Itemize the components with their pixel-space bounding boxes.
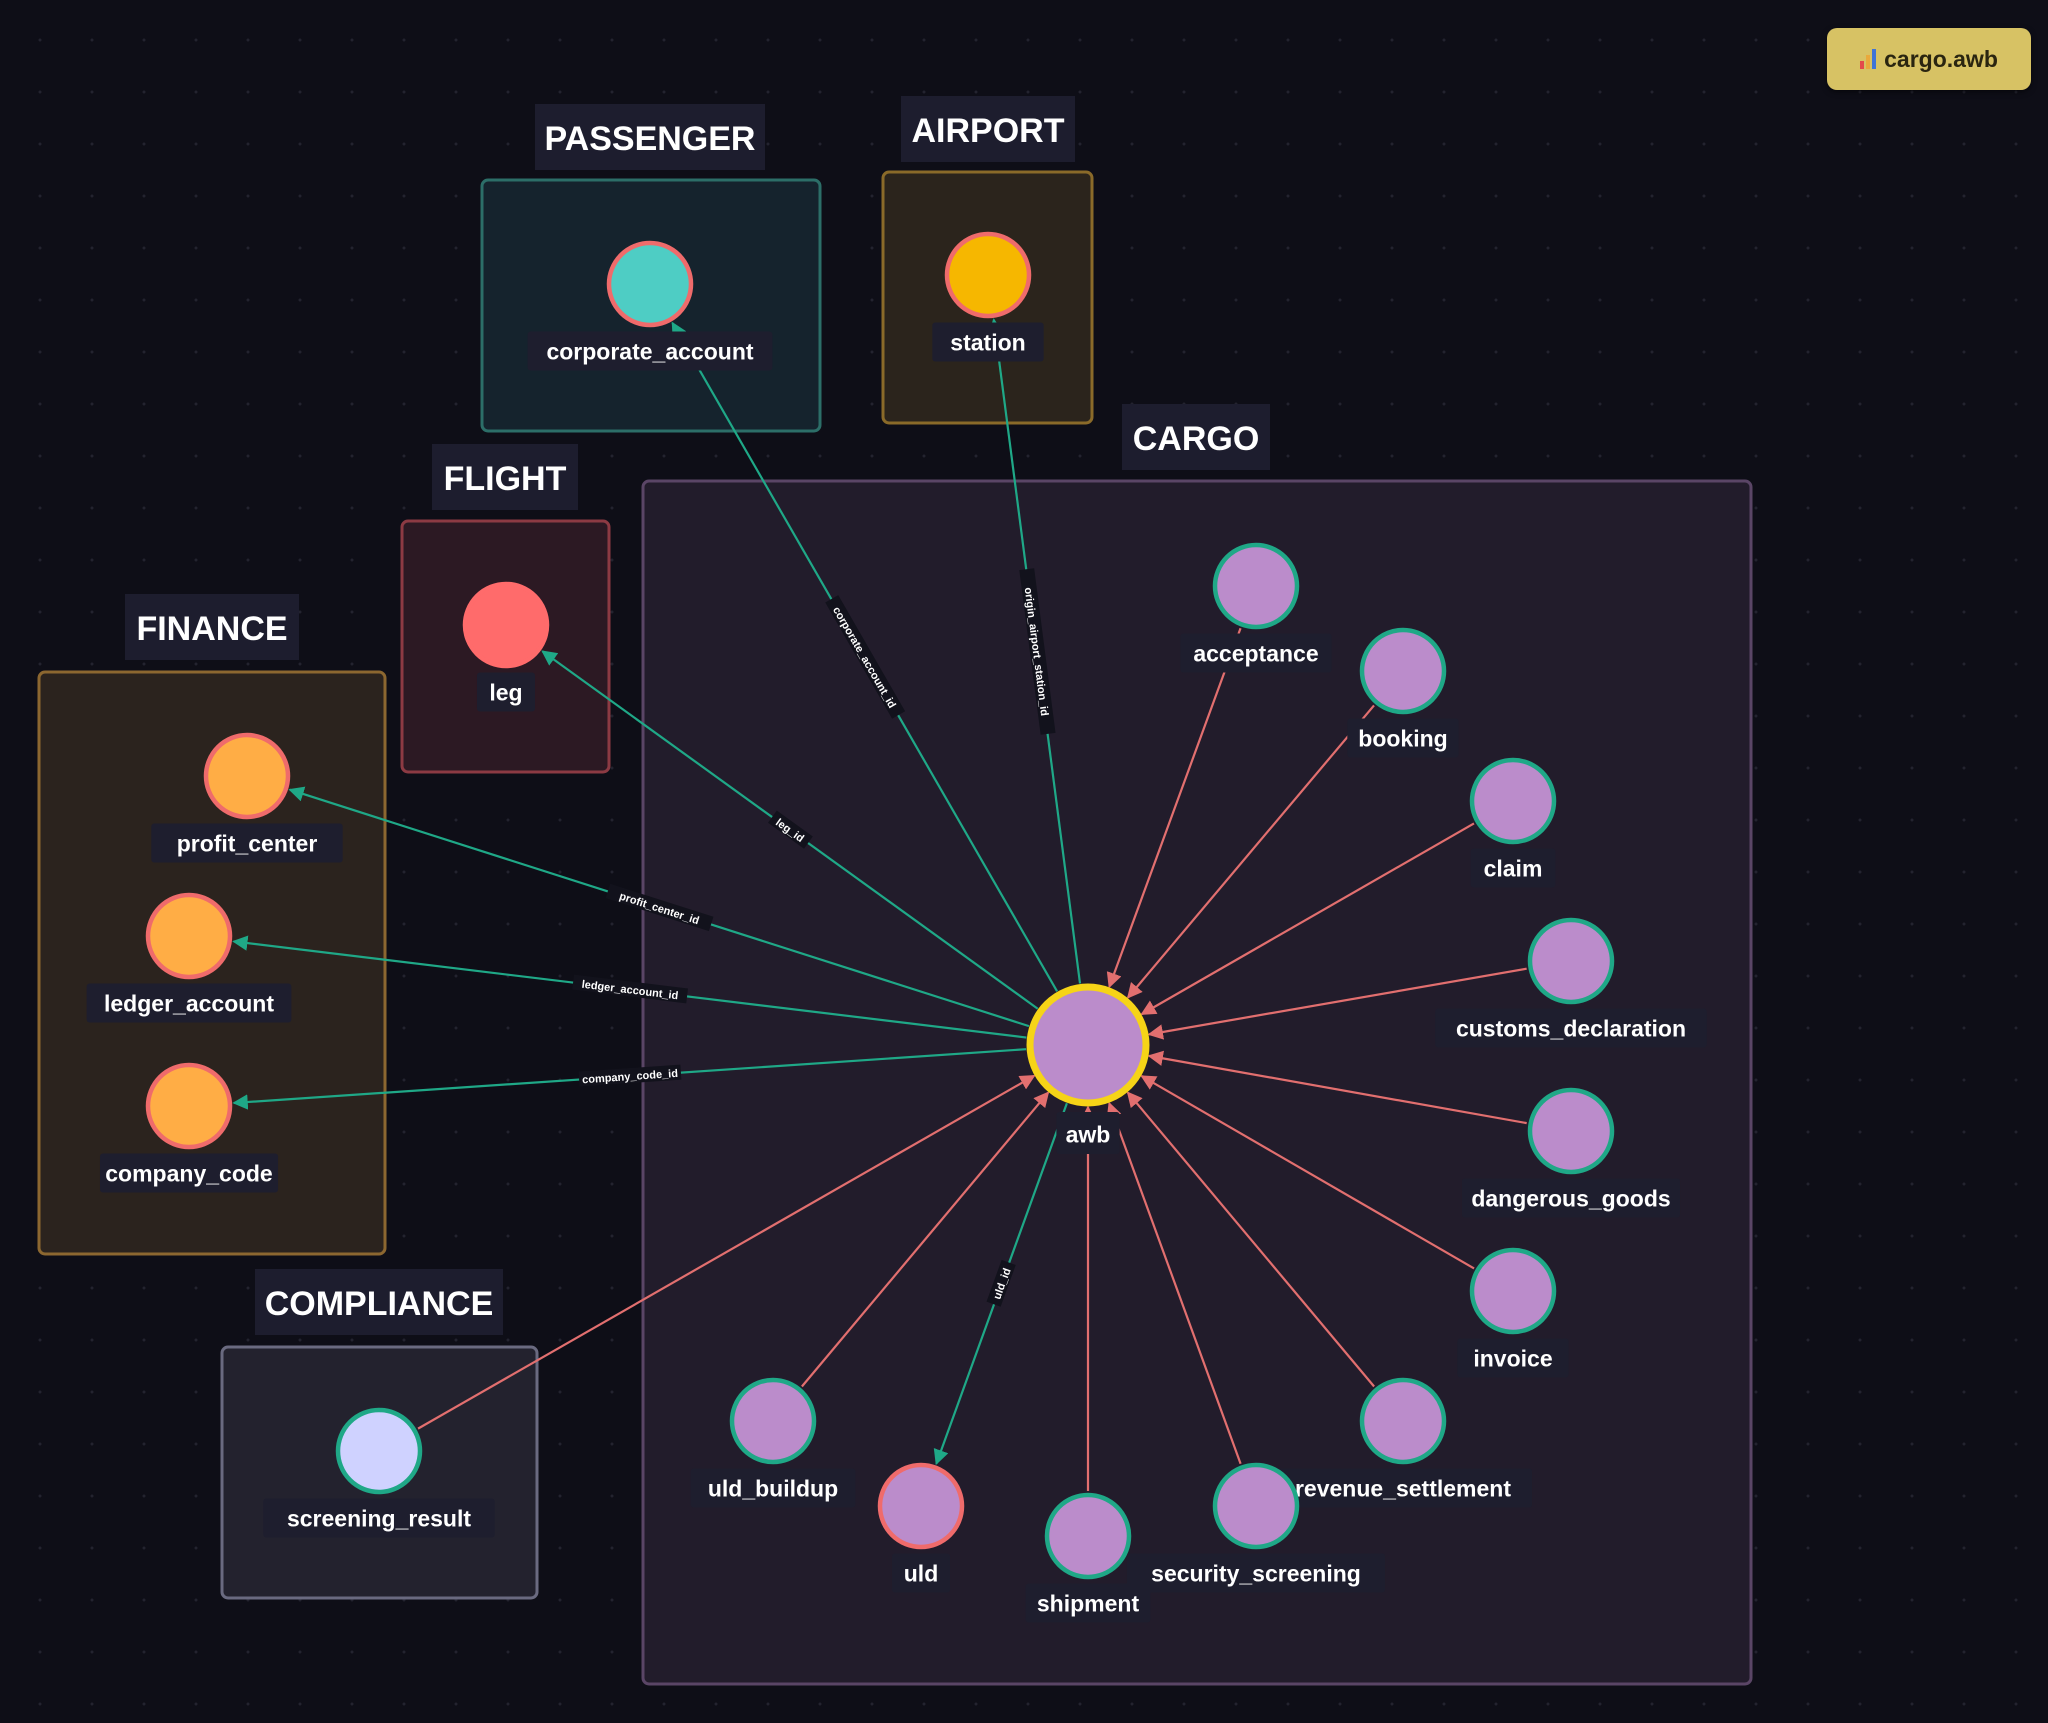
node-company_code-circle[interactable] bbox=[145, 1062, 233, 1150]
node-invoice-label: invoice bbox=[1473, 1345, 1552, 1371]
node-acceptance-circle[interactable] bbox=[1212, 542, 1300, 630]
node-screening_result-label: screening_result bbox=[287, 1505, 471, 1531]
node-shipment-label: shipment bbox=[1037, 1590, 1140, 1616]
node-customs_declaration-label: customs_declaration bbox=[1456, 1015, 1686, 1041]
node-uld_buildup-circle[interactable] bbox=[729, 1377, 817, 1465]
node-shipment-circle[interactable] bbox=[1044, 1492, 1132, 1580]
node-leg[interactable]: leg bbox=[462, 581, 550, 712]
node-leg-circle[interactable] bbox=[462, 581, 550, 669]
node-leg-label: leg bbox=[489, 679, 522, 705]
group-airport-title: AIRPORT bbox=[912, 112, 1065, 150]
node-company_code-label: company_code bbox=[105, 1160, 272, 1186]
node-claim-circle[interactable] bbox=[1469, 757, 1557, 845]
node-acceptance-label: acceptance bbox=[1193, 640, 1318, 666]
node-corporate_account-label: corporate_account bbox=[546, 338, 753, 364]
node-uld[interactable]: uld bbox=[877, 1462, 965, 1593]
group-compliance-title: COMPLIANCE bbox=[265, 1285, 494, 1323]
group-passenger-title: PASSENGER bbox=[545, 120, 756, 158]
selected-entity-label: cargo.awb bbox=[1884, 45, 1998, 72]
node-profit_center-circle[interactable] bbox=[203, 732, 291, 820]
node-awb-label: awb bbox=[1066, 1121, 1111, 1147]
node-corporate_account-circle[interactable] bbox=[606, 240, 694, 328]
node-booking-label: booking bbox=[1358, 725, 1447, 751]
node-revenue_settlement-label: revenue_settlement bbox=[1295, 1475, 1511, 1501]
node-uld-circle[interactable] bbox=[877, 1462, 965, 1550]
bar-chart-icon bbox=[1860, 49, 1877, 69]
node-station-label: station bbox=[950, 329, 1025, 355]
node-uld-label: uld bbox=[904, 1560, 939, 1586]
node-security_screening-label: security_screening bbox=[1151, 1560, 1361, 1586]
node-customs_declaration-circle[interactable] bbox=[1527, 917, 1615, 1005]
node-dangerous_goods-label: dangerous_goods bbox=[1471, 1185, 1670, 1211]
node-invoice-circle[interactable] bbox=[1469, 1247, 1557, 1335]
group-flight-title: FLIGHT bbox=[444, 460, 567, 498]
node-station-circle[interactable] bbox=[944, 231, 1032, 319]
node-claim-label: claim bbox=[1484, 855, 1543, 881]
node-revenue_settlement-circle[interactable] bbox=[1359, 1377, 1447, 1465]
node-awb-circle[interactable] bbox=[1026, 983, 1150, 1107]
node-claim[interactable]: claim bbox=[1469, 757, 1557, 888]
group-cargo-title: CARGO bbox=[1133, 420, 1260, 458]
group-finance-title: FINANCE bbox=[136, 610, 287, 648]
node-profit_center-label: profit_center bbox=[177, 830, 318, 856]
entity-relationship-diagram: PASSENGER AIRPORT FLIGHT FINANCE CARGO COMPLI… bbox=[37, 96, 1753, 1686]
node-screening_result-circle[interactable] bbox=[335, 1407, 423, 1495]
node-uld_buildup-label: uld_buildup bbox=[708, 1475, 838, 1501]
node-ledger_account-label: ledger_account bbox=[104, 990, 274, 1016]
selected-entity-badge[interactable]: cargo.awb bbox=[1827, 28, 2031, 90]
node-ledger_account-circle[interactable] bbox=[145, 892, 233, 980]
node-security_screening-circle[interactable] bbox=[1212, 1462, 1300, 1550]
node-dangerous_goods-circle[interactable] bbox=[1527, 1087, 1615, 1175]
group-layer: PASSENGER AIRPORT FLIGHT FINANCE CARGO COMPLI… bbox=[37, 96, 1753, 1686]
node-booking-circle[interactable] bbox=[1359, 627, 1447, 715]
